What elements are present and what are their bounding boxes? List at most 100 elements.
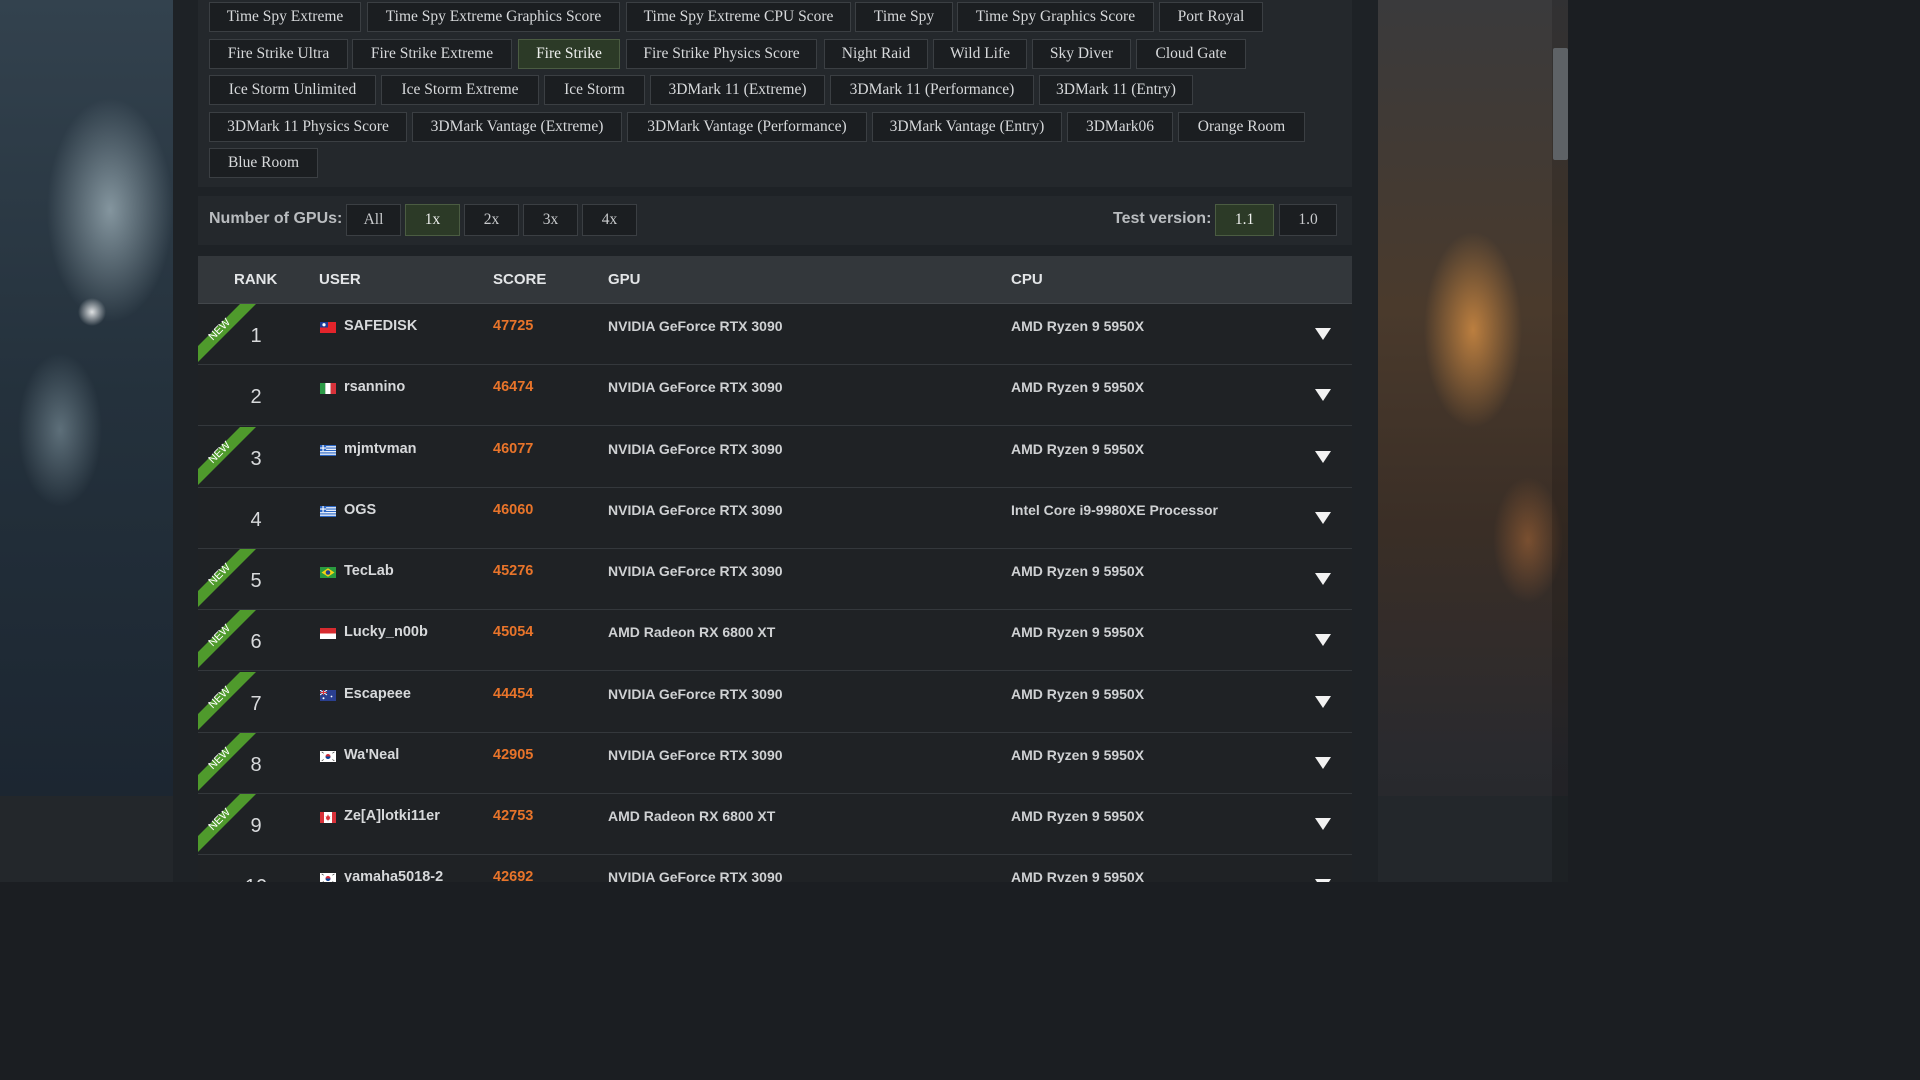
gpu-count-3x-button[interactable]: 3x <box>523 204 578 236</box>
tab-wild-life[interactable]: Wild Life <box>933 39 1027 69</box>
tab-fire-strike[interactable]: Fire Strike <box>518 39 620 69</box>
tab-port-royal[interactable]: Port Royal <box>1159 2 1263 32</box>
expand-arrow-icon[interactable] <box>1314 511 1332 525</box>
tab-time-spy-extreme-graphics-score[interactable]: Time Spy Extreme Graphics Score <box>367 2 620 32</box>
score-value: 46060 <box>493 501 534 518</box>
user-name-link[interactable]: yamaha5018-2 <box>344 869 443 882</box>
scrollbar-thumb[interactable] <box>1553 48 1568 160</box>
expand-arrow-icon[interactable] <box>1314 450 1332 464</box>
user-name-link[interactable]: rsannino <box>344 379 405 395</box>
user-name-link[interactable]: Ze[A]lotki11er <box>344 808 440 824</box>
expand-arrow-icon[interactable] <box>1314 695 1332 709</box>
user-name-link[interactable]: Wa'Neal <box>344 747 399 763</box>
tab-time-spy-extreme-cpu-score[interactable]: Time Spy Extreme CPU Score <box>626 2 851 32</box>
gpu-name: NVIDIA GeForce RTX 3090 <box>608 379 783 396</box>
tab-3dmark-vantage-entry[interactable]: 3DMark Vantage (Entry) <box>872 112 1062 142</box>
table-row[interactable]: 4 OGS 46060 NVIDIA GeForce RTX 3090 Intel Co… <box>198 487 1352 549</box>
rank-value: 2 <box>250 386 262 409</box>
score-value: 42753 <box>493 808 534 824</box>
user-name-link[interactable]: OGS <box>344 502 376 518</box>
table-row[interactable]: 2 rsannino 46474 NVIDIA GeForce RTX 3090 AMD… <box>198 365 1352 427</box>
taiwan-flag-icon <box>320 322 336 333</box>
gpu-name: AMD Radeon RX 6800 XT <box>608 808 776 824</box>
table-row[interactable]: NEW 6 Lucky_n00b 45054 AMD Radeon RX 6800 XT… <box>198 610 1352 672</box>
gpu-count-4x-button[interactable]: 4x <box>582 204 637 236</box>
score-value: 45054 <box>493 624 534 641</box>
gpu-name: NVIDIA GeForce RTX 3090 <box>608 685 783 702</box>
header-rank[interactable]: RANK <box>234 271 277 288</box>
expand-arrow-icon[interactable] <box>1314 327 1332 341</box>
test-version-label: Test version: <box>1113 210 1212 227</box>
user-name-link[interactable]: SAFEDISK <box>344 318 417 334</box>
table-row[interactable]: NEW 8 Wa'Neal 42905 NVIDIA GeForce RTX 3090 A… <box>198 732 1352 794</box>
gpu-name: NVIDIA GeForce RTX 3090 <box>608 318 783 334</box>
tab-time-spy-extreme[interactable]: Time Spy Extreme <box>209 2 361 32</box>
rank-value: 3 <box>250 447 262 470</box>
tab-3dmark-11-extreme[interactable]: 3DMark 11 (Extreme) <box>650 75 825 105</box>
cpu-name: AMD Ryzen 9 5950X <box>1011 440 1145 457</box>
expand-arrow-icon[interactable] <box>1314 878 1332 882</box>
score-value: 47725 <box>493 318 534 334</box>
table-row[interactable]: NEW 3 mjmtvman 46077 NVIDIA GeForce RTX 3090… <box>198 426 1352 488</box>
gpu-name: NVIDIA GeForce RTX 3090 <box>608 869 783 882</box>
rank-value: 10 <box>236 876 276 882</box>
tab-blue-room[interactable]: Blue Room <box>209 148 318 178</box>
south-korea-flag-icon <box>320 750 336 762</box>
tab-fire-strike-physics-score[interactable]: Fire Strike Physics Score <box>626 39 817 69</box>
score-value: 46077 <box>493 440 534 457</box>
rank-value: 6 <box>250 631 262 654</box>
tab-3dmark-vantage-extreme[interactable]: 3DMark Vantage (Extreme) <box>412 112 622 142</box>
tab-3dmark-11-physics-score[interactable]: 3DMark 11 Physics Score <box>209 112 407 142</box>
cpu-name: AMD Ryzen 9 5950X <box>1011 746 1145 763</box>
expand-arrow-icon[interactable] <box>1314 756 1332 770</box>
rank-value: 7 <box>250 692 262 715</box>
tab-sky-diver[interactable]: Sky Diver <box>1032 39 1131 69</box>
background-art-left <box>0 0 173 882</box>
tab-time-spy-graphics-score[interactable]: Time Spy Graphics Score <box>957 2 1154 32</box>
header-gpu[interactable]: GPU <box>608 271 641 288</box>
expand-arrow-icon[interactable] <box>1314 388 1332 402</box>
user-name-link[interactable]: Lucky_n00b <box>344 624 428 640</box>
tab-fire-strike-ultra[interactable]: Fire Strike Ultra <box>209 39 348 69</box>
tab-cloud-gate[interactable]: Cloud Gate <box>1136 39 1246 69</box>
header-user[interactable]: USER <box>319 271 361 288</box>
expand-arrow-icon[interactable] <box>1314 572 1332 586</box>
gpu-count-1x-button[interactable]: 1x <box>405 204 460 236</box>
tab-time-spy[interactable]: Time Spy <box>855 2 953 32</box>
header-score[interactable]: SCORE <box>493 271 546 288</box>
table-row[interactable]: 10 yamaha5018-2 42692 NVIDIA GeForce RTX 30… <box>198 855 1352 882</box>
version-1-1-button[interactable]: 1.1 <box>1215 204 1274 236</box>
tab-night-raid[interactable]: Night Raid <box>824 39 928 69</box>
tab-3dmark-11-performance[interactable]: 3DMark 11 (Performance) <box>830 75 1034 105</box>
tab-fire-strike-extreme[interactable]: Fire Strike Extreme <box>352 39 512 69</box>
gpu-count-2x-button[interactable]: 2x <box>464 204 519 236</box>
greece-flag-icon <box>320 444 336 456</box>
cpu-name: AMD Ryzen 9 5950X <box>1011 808 1145 824</box>
score-value: 45276 <box>493 563 534 579</box>
tab-ice-storm[interactable]: Ice Storm <box>544 75 645 105</box>
table-row[interactable]: NEW 7 Escapeee 44454 NVIDIA GeForce RTX 3090… <box>198 671 1352 733</box>
tab-ice-storm-unlimited[interactable]: Ice Storm Unlimited <box>209 75 376 105</box>
tab-ice-storm-extreme[interactable]: Ice Storm Extreme <box>381 75 539 105</box>
expand-arrow-icon[interactable] <box>1314 633 1332 647</box>
tab-3dmark-11-entry[interactable]: 3DMark 11 (Entry) <box>1039 75 1193 105</box>
table-row[interactable]: NEW 9 Ze[A]lotki11er 42753 AMD Radeon RX 680… <box>198 794 1352 855</box>
user-name-link[interactable]: mjmtvman <box>344 441 417 457</box>
table-row[interactable]: NEW 1 SAFEDISK 47725 NVIDIA GeForce RTX 3090… <box>198 304 1352 365</box>
score-value: 42905 <box>493 746 534 763</box>
score-value: 42692 <box>493 869 534 882</box>
indonesia-flag-icon <box>320 628 336 640</box>
gpu-count-all-button[interactable]: All <box>346 204 401 236</box>
cpu-name: AMD Ryzen 9 5950X <box>1011 379 1145 396</box>
user-name-link[interactable]: TecLab <box>344 563 394 579</box>
expand-arrow-icon[interactable] <box>1314 817 1332 831</box>
tab-3dmark-vantage-performance[interactable]: 3DMark Vantage (Performance) <box>627 112 867 142</box>
table-row[interactable]: NEW 5 TecLab 45276 NVIDIA GeForce RTX 3090 AM… <box>198 549 1352 610</box>
version-1-0-button[interactable]: 1.0 <box>1279 204 1337 236</box>
header-cpu[interactable]: CPU <box>1011 271 1043 288</box>
cpu-name: AMD Ryzen 9 5950X <box>1011 318 1145 334</box>
tab-orange-room[interactable]: Orange Room <box>1178 112 1305 142</box>
australia-flag-icon <box>320 689 336 701</box>
user-name-link[interactable]: Escapeee <box>344 686 411 702</box>
tab-3dmark06[interactable]: 3DMark06 <box>1067 112 1173 142</box>
